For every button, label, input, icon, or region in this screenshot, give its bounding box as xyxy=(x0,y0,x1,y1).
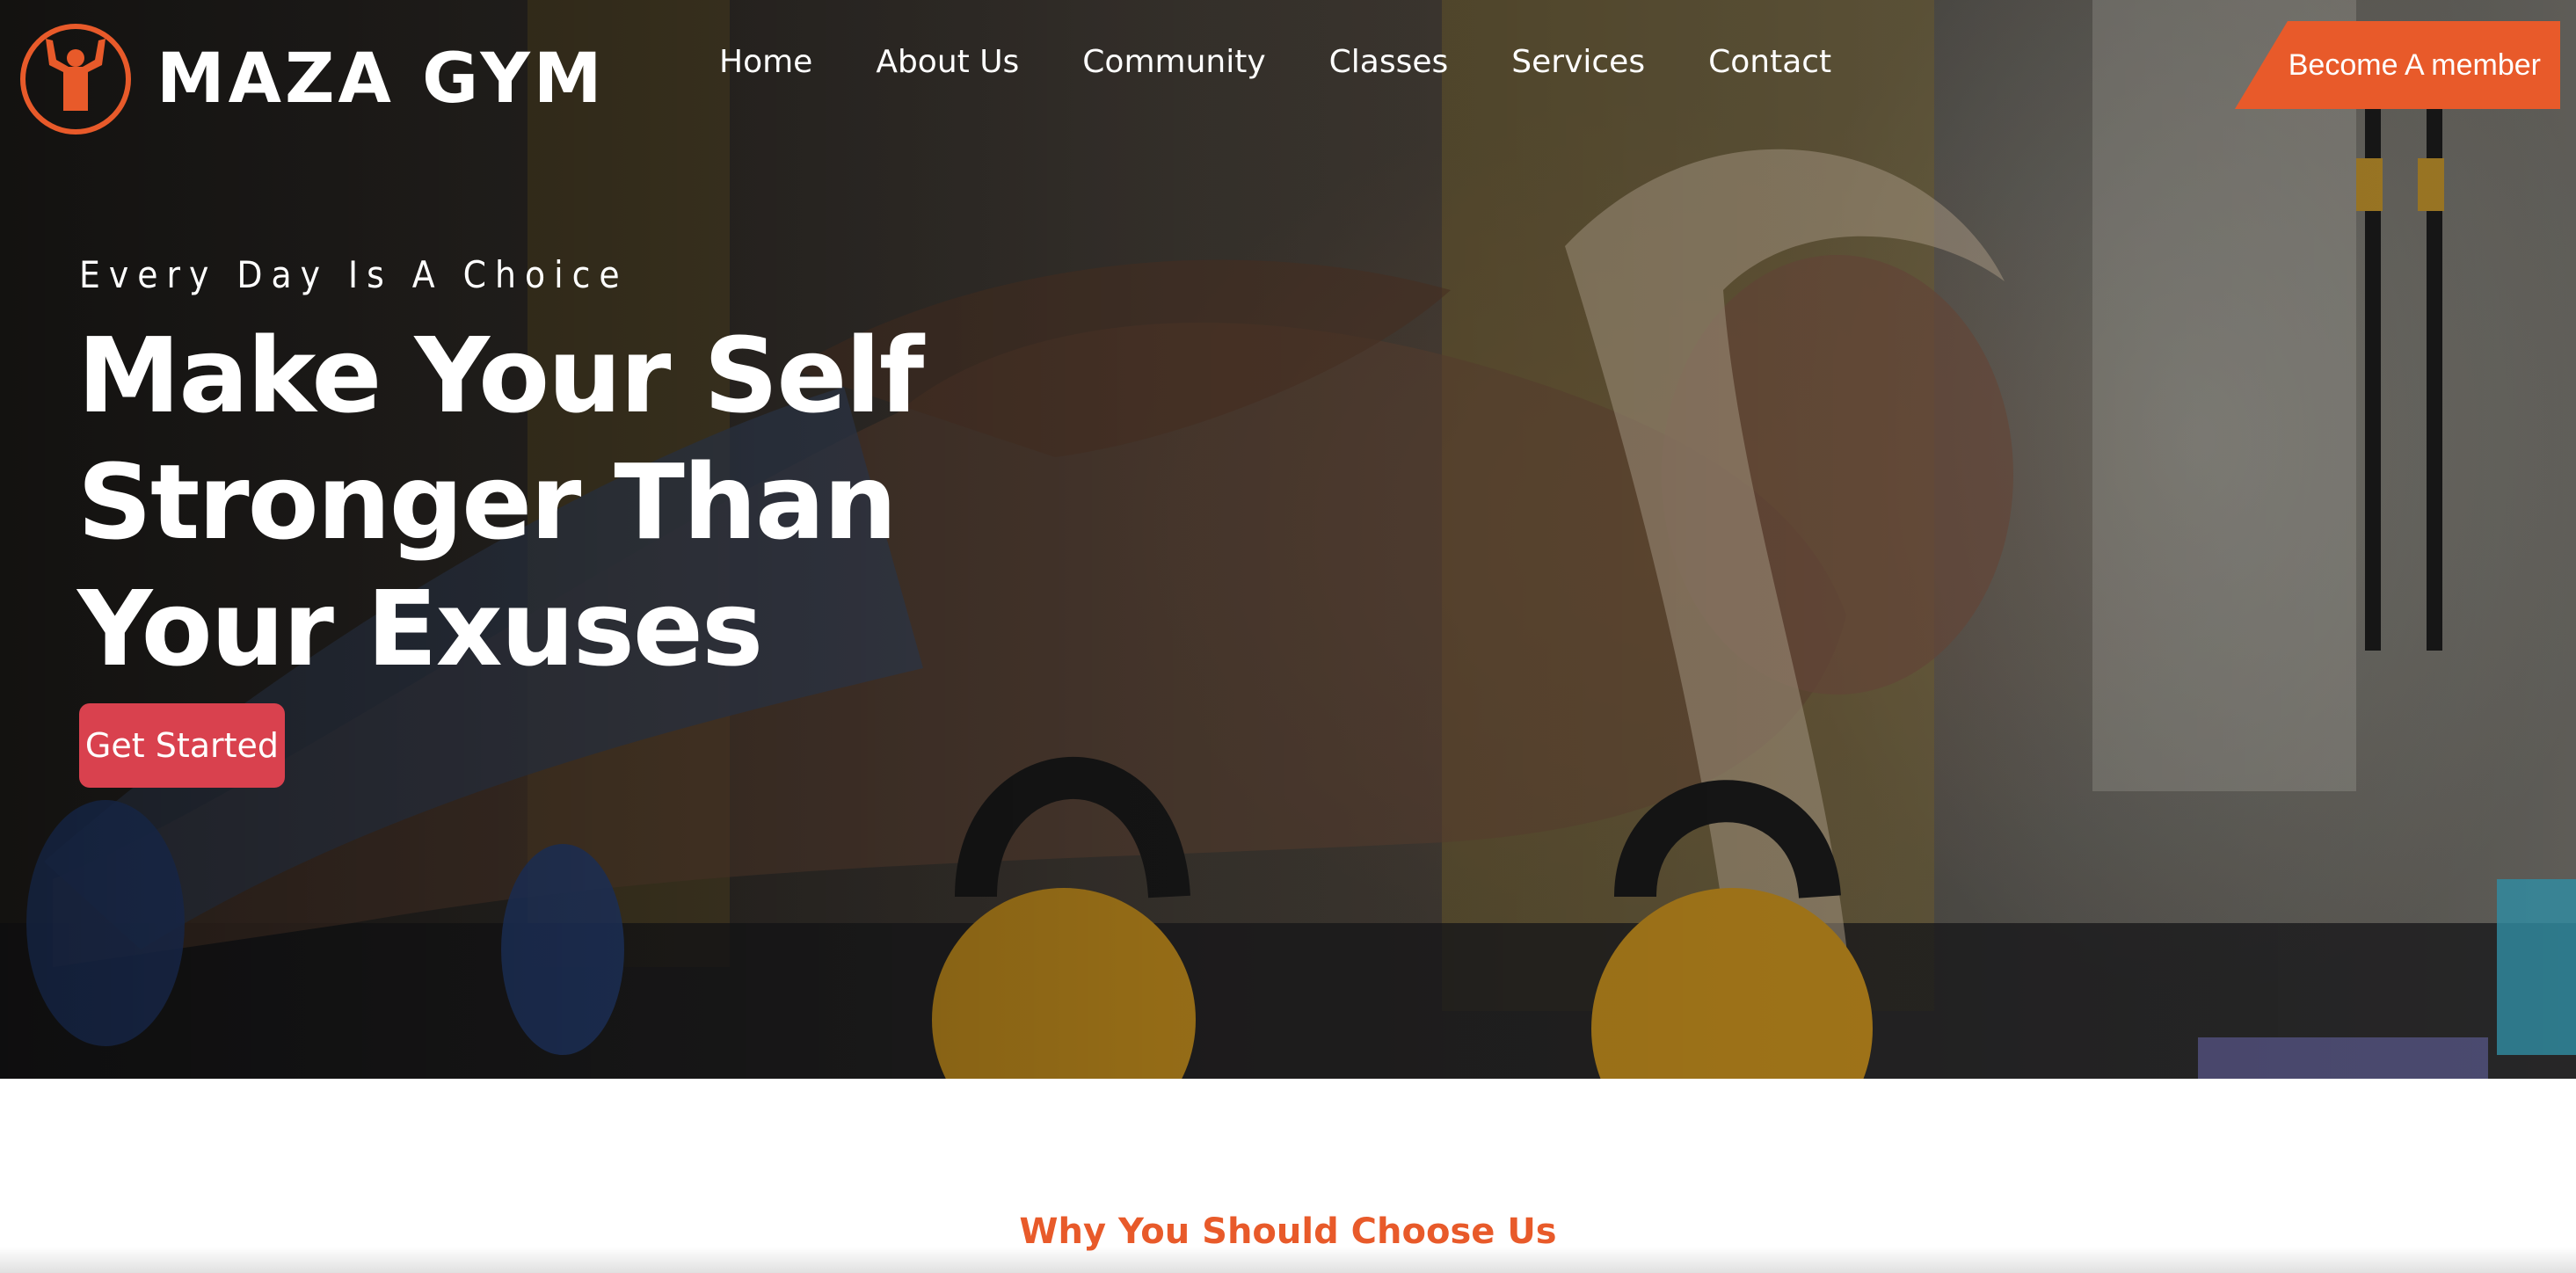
brand-name: MAZA GYM xyxy=(156,40,606,119)
hero-title-line: Your Exuses xyxy=(77,568,763,689)
hero-section: MAZA GYM Home About Us Community Classes… xyxy=(0,0,2576,1079)
nav-item-community[interactable]: Community xyxy=(1082,42,1265,83)
nav-item-about-us[interactable]: About Us xyxy=(876,42,1019,83)
flexing-person-icon xyxy=(20,24,131,135)
hero-eyebrow: Every Day Is A Choice xyxy=(79,253,629,296)
get-started-button[interactable]: Get Started xyxy=(79,703,285,788)
hero-title: Make Your Self Stronger Than Your Exuses xyxy=(77,312,924,692)
landing-page: MAZA GYM Home About Us Community Classes… xyxy=(0,0,2576,1273)
become-member-button[interactable]: Become A member xyxy=(2235,21,2560,109)
main-nav: Home About Us Community Classes Services… xyxy=(719,42,1895,83)
nav-item-classes[interactable]: Classes xyxy=(1329,42,1449,83)
bottom-edge-shadow xyxy=(0,1247,2576,1273)
nav-item-contact[interactable]: Contact xyxy=(1708,42,1831,83)
nav-item-services[interactable]: Services xyxy=(1511,42,1645,83)
nav-item-home[interactable]: Home xyxy=(719,42,812,83)
brand-logo[interactable]: MAZA GYM xyxy=(19,23,605,135)
hero-title-line: Stronger Than xyxy=(77,441,898,563)
hero-title-line: Make Your Self xyxy=(77,315,924,436)
